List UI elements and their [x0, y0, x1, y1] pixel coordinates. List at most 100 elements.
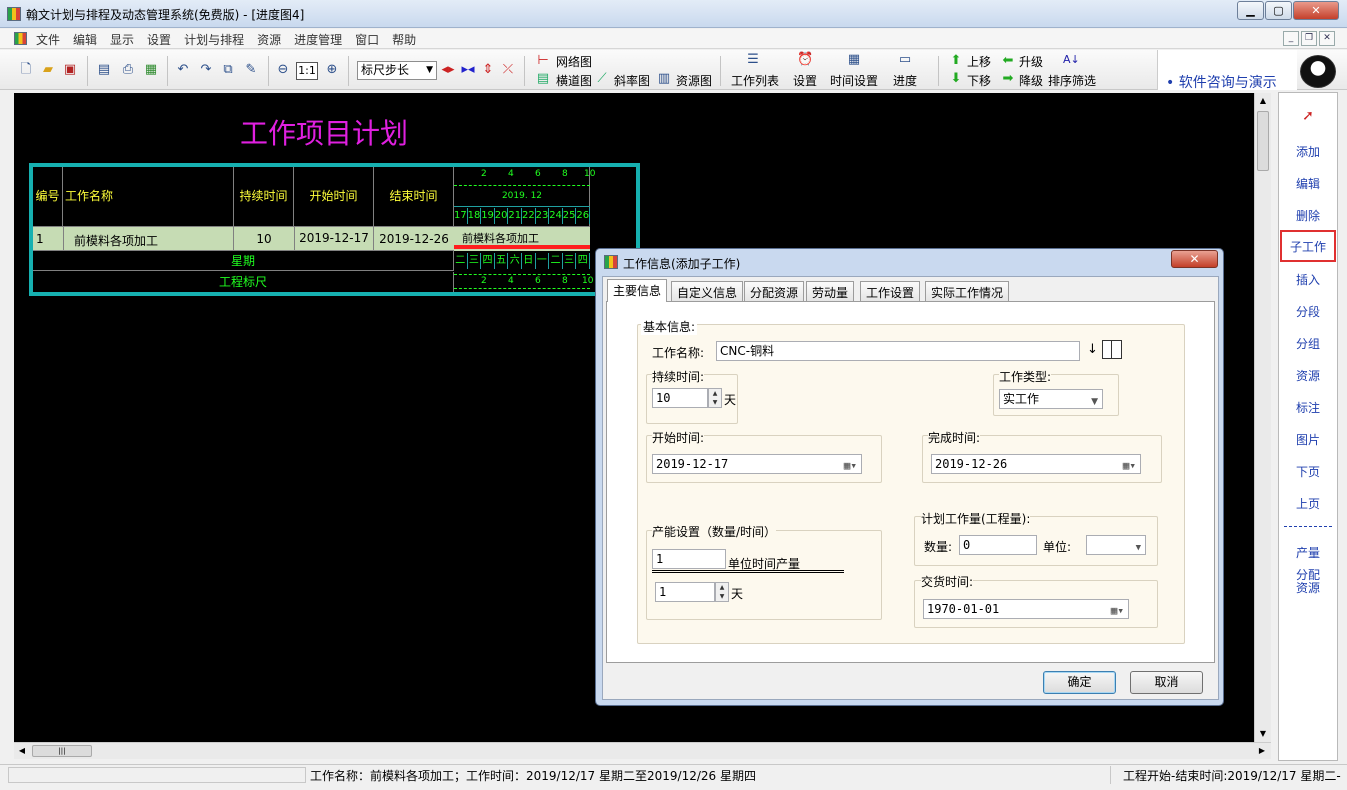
scroll-left-icon[interactable]: ◀ [14, 743, 30, 759]
mdi-restore-button[interactable]: ❐ [1301, 31, 1317, 46]
capacity-time-input[interactable]: 1 [655, 582, 715, 602]
delivery-date-picker[interactable]: 1970-01-01 ▦▾ [923, 599, 1129, 619]
tab-labor[interactable]: 劳动量 [806, 281, 855, 301]
tab-assign-resource[interactable]: 分配资源 [744, 281, 805, 301]
progress-icon[interactable]: ▭ [897, 52, 913, 68]
menu-help[interactable]: 帮助 [392, 31, 416, 48]
menu-edit[interactable]: 编辑 [73, 31, 97, 48]
ok-button[interactable]: 确定 [1043, 671, 1116, 694]
delete-button[interactable]: 删除 [1279, 207, 1337, 224]
menu-file[interactable]: 文件 [36, 31, 60, 48]
tab-main-info[interactable]: 主要信息 [607, 279, 668, 302]
undo-icon[interactable]: ↶ [175, 62, 191, 78]
resource-button[interactable]: 资源 [1279, 367, 1337, 384]
close-button[interactable]: ✕ [1293, 1, 1339, 20]
zoom-reset-button[interactable]: 1:1 [296, 62, 318, 80]
start-date-picker[interactable]: 2019-12-17 ▦▾ [652, 454, 862, 474]
format-brush-icon[interactable]: ✎ [243, 62, 259, 78]
duration-input[interactable]: 10 [652, 388, 708, 408]
add-button[interactable]: 添加 [1279, 143, 1337, 160]
export-icon[interactable]: ▦ [143, 62, 159, 78]
time-settings-button[interactable]: 时间设置 [830, 72, 878, 89]
dialog-close-button[interactable]: ✕ [1171, 250, 1218, 268]
work-list-button[interactable]: 工作列表 [731, 72, 779, 89]
tab-custom-info[interactable]: 自定义信息 [671, 281, 744, 301]
maximize-button[interactable]: ▢ [1265, 1, 1292, 20]
scroll-up-icon[interactable]: ▲ [1255, 93, 1271, 109]
menu-progress[interactable]: 进度管理 [294, 31, 342, 48]
group-button[interactable]: 分组 [1279, 335, 1337, 352]
promote-button[interactable]: 升级 [1019, 53, 1043, 70]
menu-resource[interactable]: 资源 [257, 31, 281, 48]
bar-chart-icon[interactable]: ▤ [535, 71, 551, 87]
insert-button[interactable]: 插入 [1279, 271, 1337, 288]
zoom-out-icon[interactable]: ⊖ [275, 62, 291, 78]
bar-chart-button[interactable]: 横道图 [556, 72, 592, 89]
edit-button[interactable]: 编辑 [1279, 175, 1337, 192]
copy-icon[interactable]: ⧉ [220, 62, 236, 78]
tab-actual-work[interactable]: 实际工作情况 [925, 281, 1010, 301]
demote-button[interactable]: 降级 [1019, 72, 1043, 89]
next-page-button[interactable]: 下页 [1279, 463, 1337, 480]
move-up-button[interactable]: 上移 [967, 53, 991, 70]
scroll-thumb[interactable]: ||| [32, 745, 92, 757]
ruler-step-select[interactable]: 标尺步长 ▼ [357, 61, 437, 80]
network-chart-button[interactable]: 网络图 [556, 53, 592, 70]
assign-resource-button[interactable]: 分配资源 [1293, 569, 1323, 595]
work-list-icon[interactable]: ☰ [745, 52, 761, 68]
menu-view[interactable]: 显示 [110, 31, 134, 48]
clock-icon[interactable]: ⏰ [797, 52, 813, 68]
settings-button[interactable]: 设置 [793, 72, 817, 89]
redo-icon[interactable]: ↷ [198, 62, 214, 78]
scroll-down-icon[interactable]: ▼ [1255, 726, 1271, 742]
minimize-button[interactable]: ▁ [1237, 1, 1264, 20]
picture-button[interactable]: 图片 [1279, 431, 1337, 448]
work-type-select[interactable]: 实工作 ▼ [999, 389, 1103, 409]
output-button[interactable]: 产量 [1279, 544, 1337, 561]
vertical-expand-icon[interactable]: ⇕ [480, 62, 496, 78]
pointer-arrow-icon[interactable]: ➚ [1279, 108, 1337, 124]
slope-chart-icon[interactable]: ⟋ [594, 71, 610, 87]
tab-work-settings[interactable]: 工作设置 [860, 281, 921, 301]
sub-work-button[interactable]: 子工作 [1280, 230, 1336, 262]
network-chart-icon[interactable]: ⊢ [535, 53, 551, 69]
sort-filter-button[interactable]: 排序筛选 [1048, 72, 1096, 89]
quantity-input[interactable]: 0 [959, 535, 1037, 555]
unit-select[interactable]: ▼ [1086, 535, 1146, 555]
segment-button[interactable]: 分段 [1279, 303, 1337, 320]
slope-chart-button[interactable]: 斜率图 [614, 72, 650, 89]
save-icon[interactable]: ▣ [62, 62, 78, 78]
print-preview-icon[interactable]: ▤ [96, 62, 112, 78]
task-bar[interactable] [454, 245, 590, 249]
print-icon[interactable]: ⎙ [120, 62, 136, 78]
duration-stepper[interactable]: ▲ ▼ [708, 388, 722, 408]
capacity-quantity-input[interactable]: 1 [652, 549, 726, 569]
resource-chart-icon[interactable]: ▥ [656, 71, 672, 87]
arrow-down-icon[interactable]: ↓ [1087, 342, 1098, 357]
scroll-thumb[interactable] [1257, 111, 1269, 171]
vertical-shrink-icon[interactable]: ⤫ [500, 62, 516, 78]
new-file-icon[interactable]: 🗋 [18, 62, 34, 78]
prev-page-button[interactable]: 上页 [1279, 495, 1337, 512]
scroll-right-icon[interactable]: ▶ [1254, 743, 1270, 759]
cancel-button[interactable]: 取消 [1130, 671, 1203, 694]
zoom-in-icon[interactable]: ⊕ [324, 62, 340, 78]
mdi-minimize-button[interactable]: _ [1283, 31, 1299, 46]
menu-plan[interactable]: 计划与排程 [184, 31, 244, 48]
finish-date-picker[interactable]: 2019-12-26 ▦▾ [931, 454, 1141, 474]
open-folder-icon[interactable]: ▰ [40, 62, 56, 78]
horizontal-scrollbar[interactable]: ◀ ||| ▶ [14, 742, 1271, 759]
book-icon[interactable] [1102, 340, 1122, 359]
capacity-time-stepper[interactable]: ▲ ▼ [715, 582, 729, 602]
table-row[interactable]: 1 前模料各项加工 10 2019-12-17 2019-12-26 [33, 226, 454, 251]
work-name-input[interactable]: CNC-铜料 [716, 341, 1080, 361]
consult-link[interactable]: • 软件咨询与演示 [1166, 72, 1277, 92]
move-down-button[interactable]: 下移 [967, 72, 991, 89]
vertical-scrollbar[interactable]: ▲ ▼ [1254, 93, 1271, 742]
annotate-button[interactable]: 标注 [1279, 399, 1337, 416]
shrink-icon[interactable]: ▸◂ [460, 62, 476, 78]
expand-icon[interactable]: ◂▸ [440, 62, 456, 78]
menu-settings[interactable]: 设置 [147, 31, 171, 48]
qq-icon[interactable] [1300, 55, 1336, 88]
calendar-icon[interactable]: ▦ [846, 52, 862, 68]
